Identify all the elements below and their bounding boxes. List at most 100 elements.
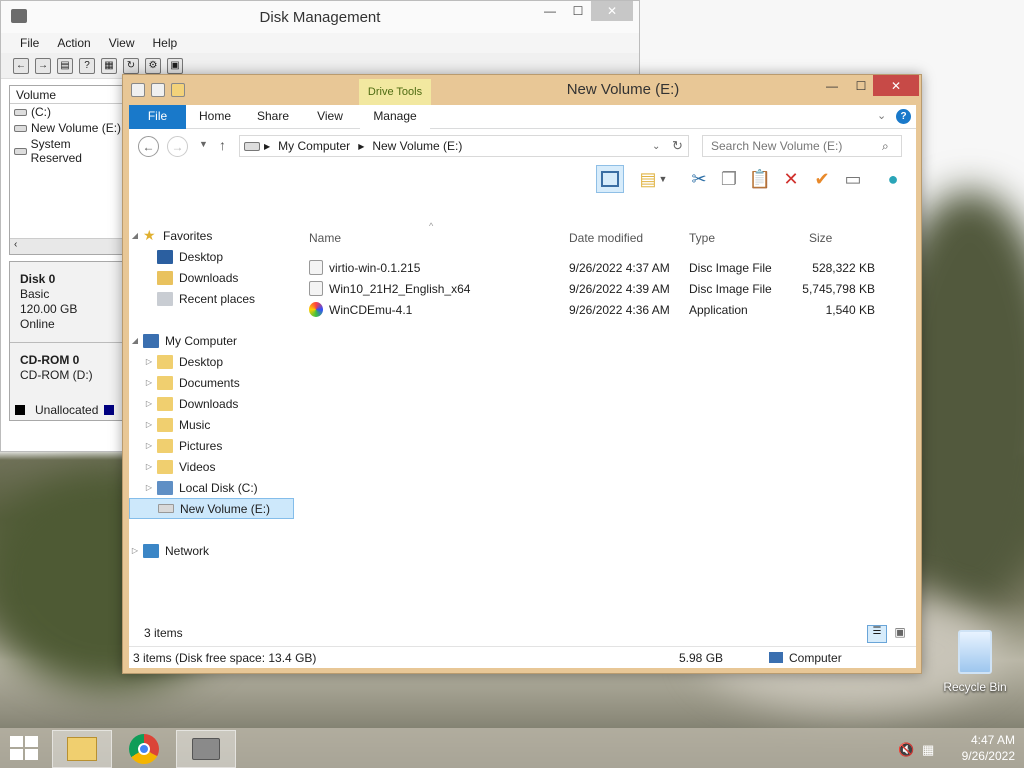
expand-arrow-icon[interactable]: ▷: [143, 420, 155, 429]
refresh-icon[interactable]: ↻: [672, 138, 683, 154]
column-size[interactable]: Size: [809, 231, 832, 245]
nav-documents[interactable]: ▷ Documents: [129, 372, 294, 393]
expand-arrow-icon[interactable]: ▷: [143, 441, 155, 450]
collapse-arrow-icon[interactable]: ◢: [129, 336, 141, 345]
nav-pictures[interactable]: ▷ Pictures: [129, 435, 294, 456]
address-bar[interactable]: ▶ My Computer ▶ New Volume (E:) ⌄ ↻: [239, 135, 689, 157]
column-type[interactable]: Type: [689, 231, 715, 245]
rescan-icon[interactable]: ▣: [167, 57, 183, 74]
paste-icon[interactable]: 📋: [746, 165, 774, 193]
tab-file[interactable]: File: [129, 105, 186, 129]
nav-local-disk[interactable]: ▷ Local Disk (C:): [129, 477, 294, 498]
file-row[interactable]: virtio-win-0.1.215 9/26/2022 4:37 AM Dis…: [301, 258, 901, 278]
dm-horizontal-scrollbar[interactable]: ‹: [10, 238, 126, 254]
dm-volume-row[interactable]: System Reserved: [10, 136, 126, 166]
dm-menu-file[interactable]: File: [11, 33, 48, 53]
details-view-icon[interactable]: ☰: [867, 625, 887, 643]
minimize-button[interactable]: —: [817, 75, 847, 96]
back-arrow-icon[interactable]: ←: [13, 57, 29, 74]
start-button[interactable]: [10, 736, 38, 760]
dm-menu-view[interactable]: View: [100, 33, 144, 53]
dm-volume-row[interactable]: (C:): [10, 104, 126, 120]
taskbar-clock[interactable]: 4:47 AM 9/26/2022: [945, 732, 1015, 764]
column-name[interactable]: Name: [309, 231, 341, 245]
help-icon[interactable]: ?: [896, 109, 911, 124]
network-tray-icon[interactable]: ▦: [922, 742, 934, 758]
file-row[interactable]: Win10_21H2_English_x64 9/26/2022 4:39 AM…: [301, 279, 901, 299]
close-button[interactable]: ✕: [873, 75, 919, 96]
expand-arrow-icon[interactable]: ▷: [143, 399, 155, 408]
tab-manage[interactable]: Manage: [360, 105, 430, 129]
dm-menu-action[interactable]: Action: [48, 33, 99, 53]
explorer-window[interactable]: Drive Tools New Volume (E:) — ☐ ✕ File H…: [122, 74, 922, 674]
expand-arrow-icon[interactable]: ▷: [143, 378, 155, 387]
nav-my-computer[interactable]: ◢ My Computer: [129, 330, 294, 351]
collapse-arrow-icon[interactable]: ◢: [129, 231, 141, 240]
list-view-icon[interactable]: ▦: [101, 57, 117, 74]
navigation-pane[interactable]: ◢ ★ Favorites Desktop Downloads Recent pla…: [129, 225, 294, 637]
nav-fav-downloads[interactable]: Downloads: [129, 267, 294, 288]
explorer-title-bar[interactable]: Drive Tools New Volume (E:) — ☐ ✕: [123, 75, 921, 105]
search-input[interactable]: Search New Volume (E:): [702, 135, 902, 157]
disk0-info[interactable]: Disk 0 Basic 120.00 GB Online: [10, 262, 126, 342]
nav-desktop[interactable]: ▷ Desktop: [129, 351, 294, 372]
recent-locations-icon[interactable]: ▼: [199, 139, 208, 149]
nav-new-volume[interactable]: New Volume (E:): [129, 498, 294, 519]
taskbar-chrome[interactable]: [114, 730, 174, 768]
recycle-bin[interactable]: Recycle Bin: [940, 630, 1010, 694]
delete-icon[interactable]: ✕: [777, 165, 805, 193]
tab-view[interactable]: View: [302, 105, 358, 129]
breadcrumb-separator-icon[interactable]: ▶: [354, 142, 368, 151]
expand-arrow-icon[interactable]: ▷: [143, 462, 155, 471]
forward-button[interactable]: →: [167, 136, 188, 157]
expand-arrow-icon[interactable]: ▷: [143, 483, 155, 492]
breadcrumb-current[interactable]: New Volume (E:): [368, 139, 466, 153]
tab-home[interactable]: Home: [186, 105, 244, 129]
maximize-button[interactable]: ☐: [847, 75, 875, 96]
large-icons-view-icon[interactable]: ▣: [891, 625, 909, 643]
address-dropdown-icon[interactable]: ⌄: [652, 141, 660, 152]
refresh-icon[interactable]: ↻: [123, 57, 139, 74]
dm-close-button[interactable]: ✕: [591, 1, 633, 21]
globe-icon[interactable]: ●: [879, 165, 907, 193]
nav-network[interactable]: ▷ Network: [129, 540, 294, 561]
nav-favorites[interactable]: ◢ ★ Favorites: [129, 225, 294, 246]
volume-muted-icon[interactable]: 🔇: [898, 742, 914, 758]
checkmark-icon[interactable]: ✔: [808, 165, 836, 193]
rename-icon[interactable]: ▭: [839, 165, 867, 193]
forward-arrow-icon[interactable]: →: [35, 57, 51, 74]
cut-icon[interactable]: ✂: [685, 165, 713, 193]
nav-music[interactable]: ▷ Music: [129, 414, 294, 435]
copy-icon[interactable]: ❐: [715, 165, 743, 193]
taskbar-file-explorer[interactable]: [52, 730, 112, 768]
dm-volume-header[interactable]: Volume: [10, 86, 126, 104]
dropdown-icon[interactable]: ▼: [657, 165, 669, 193]
nav-fav-recent[interactable]: Recent places: [129, 288, 294, 309]
column-date[interactable]: Date modified: [569, 231, 643, 245]
nav-downloads[interactable]: ▷ Downloads: [129, 393, 294, 414]
preview-pane-icon[interactable]: [596, 165, 624, 193]
breadcrumb-separator-icon[interactable]: ▶: [260, 142, 274, 151]
nav-fav-desktop[interactable]: Desktop: [129, 246, 294, 267]
expand-ribbon-icon[interactable]: ⌄: [877, 109, 886, 122]
cdrom0-info[interactable]: CD-ROM 0 CD-ROM (D:): [10, 342, 126, 393]
dm-menu-help[interactable]: Help: [144, 33, 187, 53]
properties-icon[interactable]: [151, 83, 165, 97]
new-folder-icon[interactable]: [171, 83, 185, 97]
nav-videos[interactable]: ▷ Videos: [129, 456, 294, 477]
dm-volume-row[interactable]: New Volume (E:): [10, 120, 126, 136]
properties-icon[interactable]: ▤: [57, 57, 73, 74]
taskbar-disk-management[interactable]: [176, 730, 236, 768]
file-row[interactable]: WinCDEmu-4.1 9/26/2022 4:36 AM Applicati…: [301, 300, 901, 320]
drive-icon[interactable]: [131, 83, 145, 97]
help-icon[interactable]: ?: [79, 57, 95, 74]
dm-title-bar[interactable]: Disk Management — ☐ ✕: [1, 1, 639, 33]
dm-volume-list[interactable]: Volume (C:) New Volume (E:) System Reser…: [9, 85, 127, 255]
search-icon[interactable]: ⌕: [882, 139, 889, 154]
breadcrumb-my-computer[interactable]: My Computer: [274, 139, 354, 153]
up-arrow-icon[interactable]: ↑: [219, 137, 226, 153]
dm-disk-pane[interactable]: Disk 0 Basic 120.00 GB Online CD-ROM 0 C…: [9, 261, 127, 421]
expand-arrow-icon[interactable]: ▷: [143, 357, 155, 366]
expand-arrow-icon[interactable]: ▷: [129, 546, 141, 555]
back-button[interactable]: ←: [138, 136, 159, 157]
